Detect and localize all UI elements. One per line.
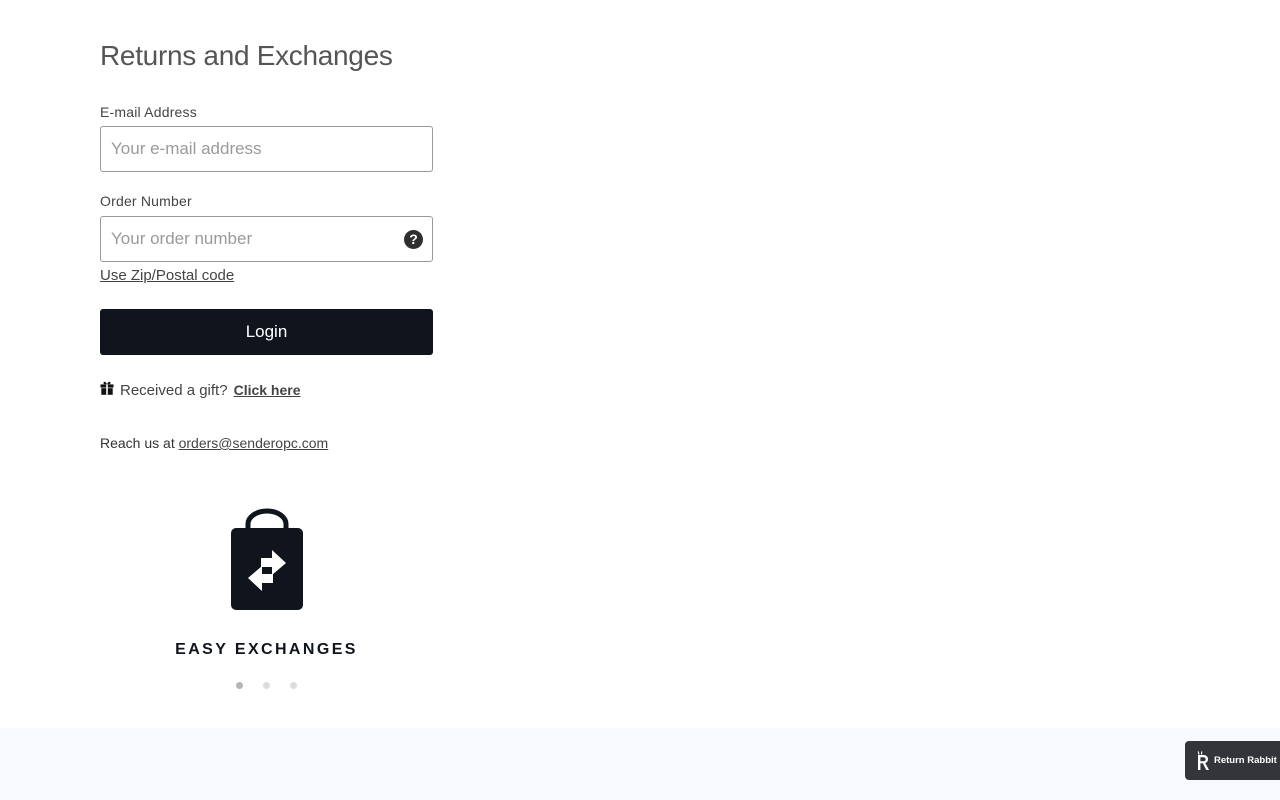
contact-email-link[interactable]: orders@senderopc.com xyxy=(179,435,329,451)
login-button[interactable]: Login xyxy=(100,309,433,355)
footer xyxy=(0,728,1280,800)
order-number-field-container: ? xyxy=(100,216,433,262)
gift-icon xyxy=(100,381,114,395)
shopping-bag-exchange-icon xyxy=(231,508,303,610)
email-label: E-mail Address xyxy=(100,104,197,120)
carousel-dot[interactable] xyxy=(236,682,243,689)
carousel-caption: EASY EXCHANGES xyxy=(175,641,358,658)
badge-label: Return Rabbit xyxy=(1214,755,1277,766)
gift-row: Received a gift? Click here xyxy=(100,380,301,400)
email-field[interactable] xyxy=(101,127,432,171)
contact-line: Reach us at orders@senderopc.com xyxy=(100,435,328,451)
carousel-dot[interactable] xyxy=(290,682,297,689)
page: Returns and Exchanges E-mail Address Ord… xyxy=(0,0,1280,800)
help-icon[interactable]: ? xyxy=(404,230,423,249)
carousel-dots xyxy=(100,682,433,689)
order-number-field[interactable] xyxy=(101,217,432,261)
return-rabbit-logo xyxy=(1197,750,1209,770)
use-zip-code-link[interactable]: Use Zip/Postal code xyxy=(100,267,234,284)
page-title: Returns and Exchanges xyxy=(100,40,393,71)
email-field-container xyxy=(100,126,433,172)
contact-prefix: Reach us at xyxy=(100,435,179,451)
carousel-dot[interactable] xyxy=(263,682,270,689)
order-number-label: Order Number xyxy=(100,193,192,209)
return-rabbit-badge[interactable]: Return Rabbit xyxy=(1185,741,1280,780)
gift-text: Received a gift? xyxy=(120,381,228,399)
gift-click-here-link[interactable]: Click here xyxy=(234,382,301,398)
